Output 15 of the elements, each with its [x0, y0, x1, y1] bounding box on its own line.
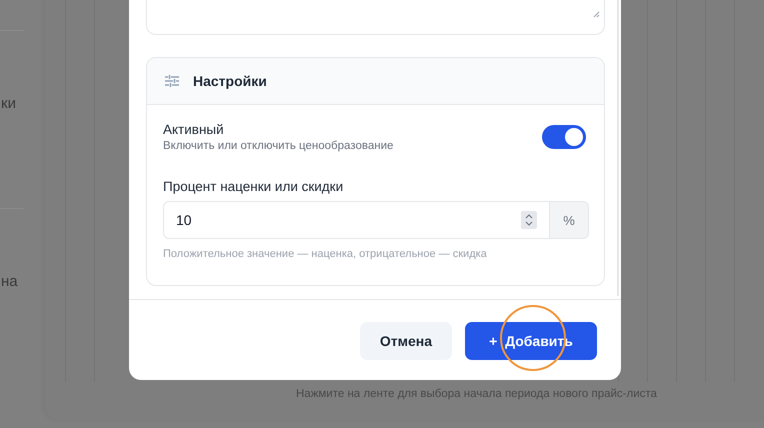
input-addon: %: [550, 201, 589, 239]
input-value: 10: [176, 212, 192, 228]
spinner-icon[interactable]: [521, 211, 537, 229]
field-label: Активный: [163, 122, 225, 137]
resize-handle-icon[interactable]: [593, 11, 600, 18]
sliders-icon: [165, 75, 179, 87]
row-text: на: [1, 273, 18, 290]
field-hint: Положительное значение — наценка, отрицательное — скидка: [163, 248, 488, 260]
field-description: Включить или отключить ценообразование: [163, 140, 394, 152]
field-label: Процент наценки или скидки: [163, 179, 344, 194]
cancel-button[interactable]: Отмена: [360, 322, 452, 360]
card-title: Настройки: [193, 73, 267, 89]
toggle-switch[interactable]: [542, 125, 586, 149]
row-text: ки: [1, 95, 16, 112]
number-input[interactable]: 10: [163, 201, 550, 239]
